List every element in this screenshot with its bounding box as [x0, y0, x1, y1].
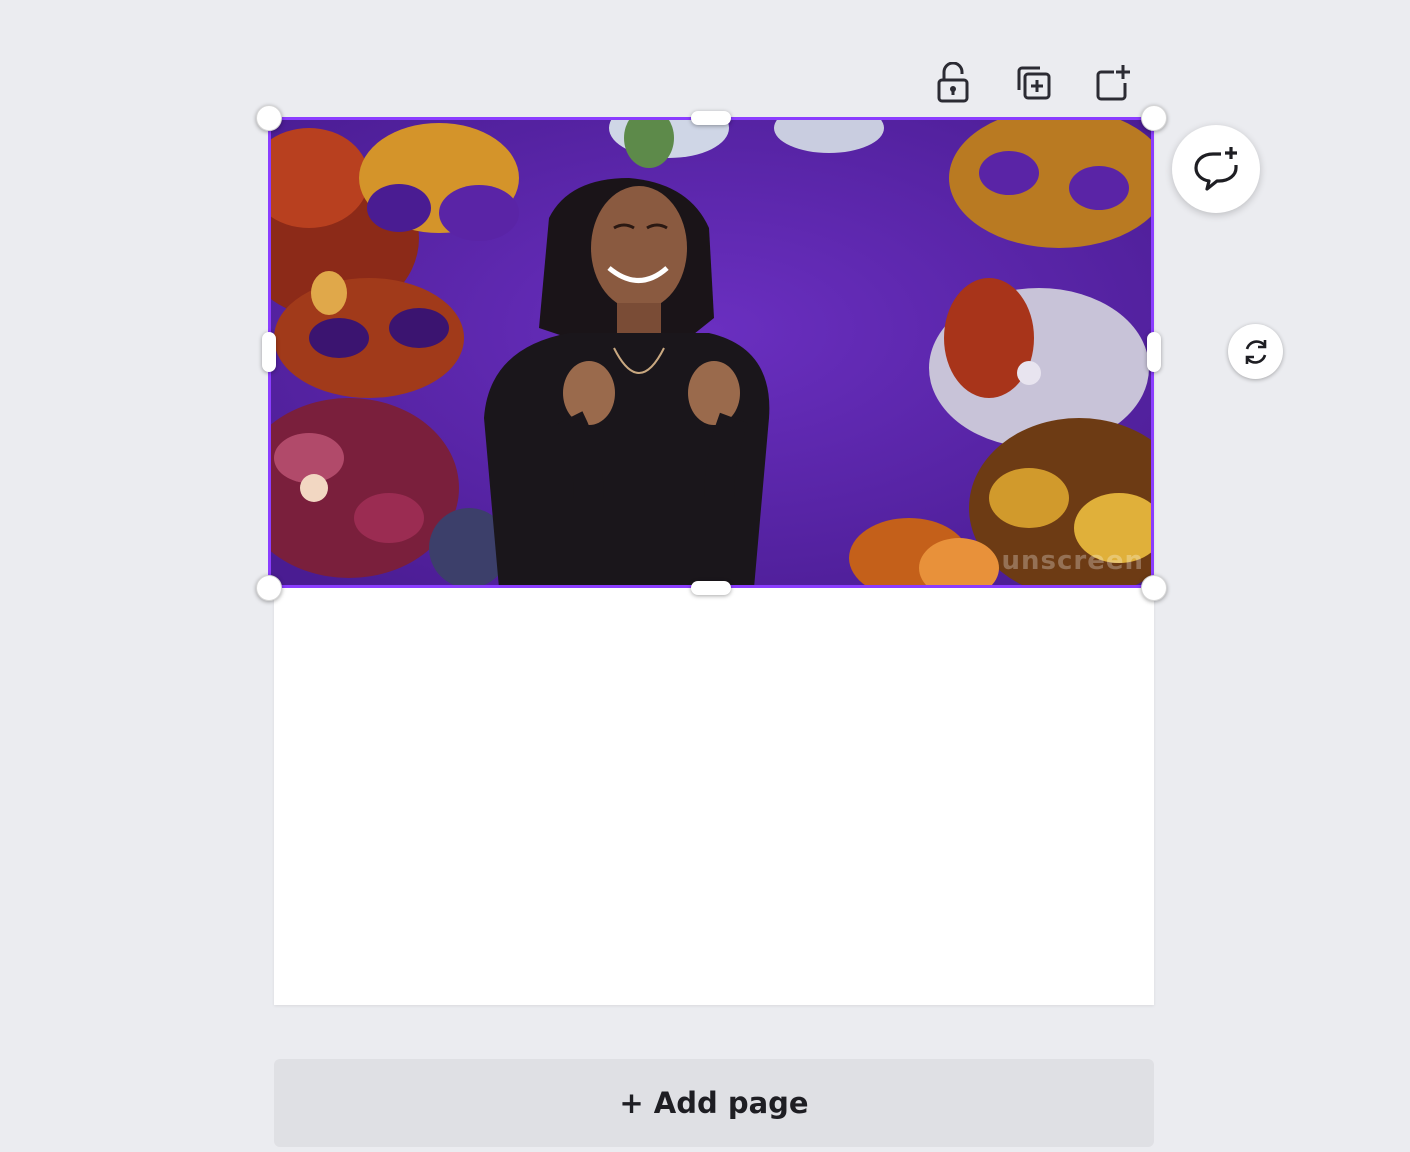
- rotate-button[interactable]: [1228, 324, 1283, 379]
- add-comment-icon: [1194, 147, 1238, 191]
- rotate-icon: [1245, 339, 1266, 364]
- unlock-icon: [937, 62, 969, 103]
- duplicate-page-icon: [1017, 66, 1051, 100]
- resize-handle-bottom[interactable]: [691, 581, 731, 595]
- media-element[interactable]: unscreen: [269, 118, 1154, 588]
- add-page-button[interactable]: + Add page: [274, 1059, 1154, 1147]
- resize-handle-right[interactable]: [1147, 332, 1161, 372]
- resize-handle-bottom-right[interactable]: [1141, 575, 1167, 601]
- resize-handle-left[interactable]: [262, 332, 276, 372]
- page-toolbar: [930, 58, 1136, 108]
- lock-button[interactable]: [930, 58, 976, 108]
- resize-handle-top-right[interactable]: [1141, 105, 1167, 131]
- duplicate-page-button[interactable]: [1010, 58, 1056, 108]
- media-artwork: [269, 118, 1154, 588]
- add-page-top-button[interactable]: [1090, 58, 1136, 108]
- resize-handle-top-left[interactable]: [256, 105, 282, 131]
- add-page-icon: [1096, 65, 1130, 101]
- resize-handle-bottom-left[interactable]: [256, 575, 282, 601]
- media-watermark: unscreen: [1001, 546, 1144, 576]
- add-comment-button[interactable]: [1172, 125, 1260, 213]
- resize-handle-top[interactable]: [691, 111, 731, 125]
